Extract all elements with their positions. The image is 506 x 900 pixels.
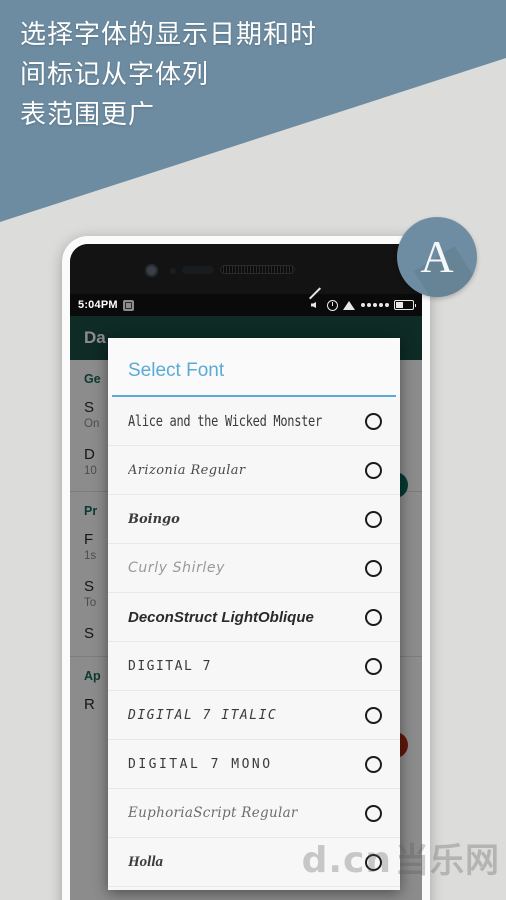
- mute-icon: [310, 299, 322, 311]
- app-icon-badge: A: [397, 217, 477, 297]
- font-list[interactable]: Alice and the Wicked Monster Arizonia Re…: [108, 397, 400, 887]
- wifi-icon: [343, 300, 356, 310]
- font-list-item[interactable]: DIGITAL 7 ITALIC: [108, 691, 400, 740]
- font-list-item[interactable]: Arizonia Regular: [108, 446, 400, 495]
- radio-button[interactable]: [365, 461, 382, 479]
- front-camera-icon: [145, 264, 158, 277]
- font-name-label: DIGITAL 7: [128, 658, 212, 674]
- signal-dots-icon: [361, 303, 389, 307]
- font-name-label: DeconStruct LightOblique: [128, 608, 314, 626]
- status-time: 5:04PM: [78, 299, 118, 311]
- font-name-label: Arizonia Regular: [128, 462, 246, 478]
- app-badge-letter: A: [420, 231, 454, 282]
- image-icon: [122, 299, 134, 311]
- font-name-label: Holla: [128, 853, 164, 870]
- font-list-item[interactable]: DIGITAL 7: [108, 642, 400, 691]
- radio-button[interactable]: [365, 804, 382, 822]
- font-list-item[interactable]: Holla: [108, 838, 400, 887]
- radio-button[interactable]: [365, 412, 382, 430]
- dialog-title: Select Font: [128, 360, 225, 381]
- font-list-item[interactable]: Alice and the Wicked Monster: [108, 397, 400, 446]
- status-bar: 5:04PM: [70, 294, 422, 316]
- radio-button[interactable]: [365, 608, 382, 626]
- font-name-label: Boingo: [128, 511, 180, 527]
- radio-button[interactable]: [365, 706, 382, 724]
- font-list-item[interactable]: Curly Shirley: [108, 544, 400, 593]
- promo-heading: 选择字体的显示日期和时 间标记从字体列 表范围更广: [20, 19, 318, 129]
- radio-button[interactable]: [365, 853, 382, 871]
- font-name-label: EuphoriaScript Regular: [128, 805, 298, 821]
- proximity-sensor-icon: [170, 268, 176, 274]
- font-list-item[interactable]: EuphoriaScript Regular: [108, 789, 400, 838]
- battery-icon: [394, 300, 416, 310]
- alarm-icon: [327, 299, 338, 311]
- sensor-strip-icon: [182, 266, 214, 274]
- radio-button[interactable]: [365, 755, 382, 773]
- phone-top-bezel: [70, 244, 422, 294]
- font-name-label: Curly Shirley: [128, 560, 226, 576]
- status-icons: [310, 299, 416, 311]
- radio-button[interactable]: [365, 510, 382, 528]
- radio-button[interactable]: [365, 559, 382, 577]
- dialog-header: Select Font: [108, 338, 400, 395]
- select-font-dialog: Select Font Alice and the Wicked Monster…: [108, 338, 400, 890]
- radio-button[interactable]: [365, 657, 382, 675]
- font-list-item[interactable]: Boingo: [108, 495, 400, 544]
- font-list-item[interactable]: DIGITAL 7 MONO: [108, 740, 400, 789]
- font-name-label: Alice and the Wicked Monster: [128, 412, 322, 430]
- font-name-label: DIGITAL 7 ITALIC: [128, 707, 278, 723]
- font-list-item[interactable]: DeconStruct LightOblique: [108, 593, 400, 642]
- earpiece-speaker-icon: [220, 265, 295, 274]
- font-name-label: DIGITAL 7 MONO: [128, 756, 273, 772]
